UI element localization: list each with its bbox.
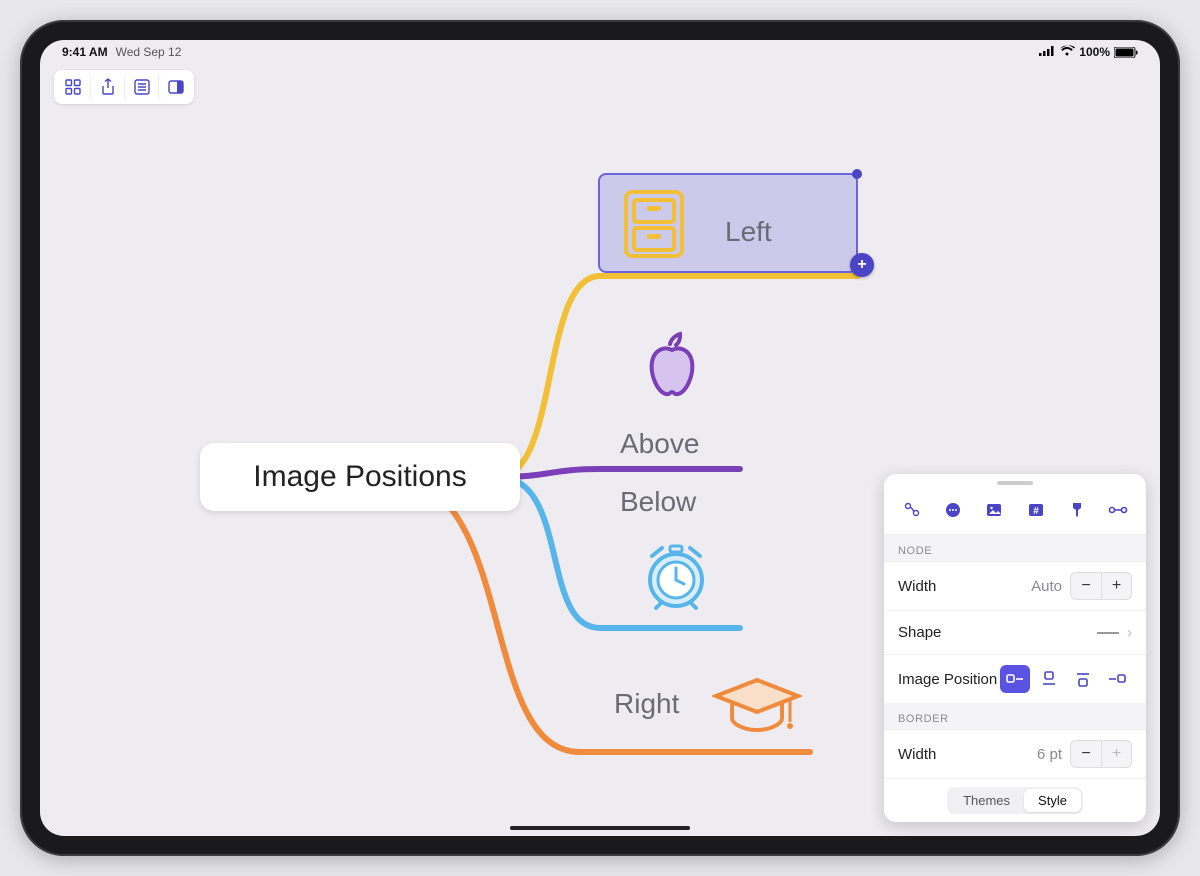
node-above-label[interactable]: Above bbox=[620, 428, 699, 460]
alarm-clock-icon bbox=[640, 540, 712, 617]
ipad-frame: 9:41 AM Wed Sep 12 100% bbox=[20, 20, 1180, 856]
image-position-label: Image Position bbox=[898, 671, 997, 688]
outline-button[interactable] bbox=[124, 72, 158, 102]
border-width-stepper: − + bbox=[1070, 740, 1132, 768]
inspector-toggle-button[interactable] bbox=[158, 72, 192, 102]
style-tab[interactable] bbox=[1063, 498, 1091, 522]
tag-tab[interactable]: # bbox=[1022, 498, 1050, 522]
root-node[interactable]: Image Positions bbox=[200, 443, 520, 511]
documents-button[interactable] bbox=[56, 72, 90, 102]
style-tab-bottom[interactable]: Style bbox=[1024, 789, 1081, 812]
inspector-category-tabs: # bbox=[884, 492, 1146, 535]
main-toolbar bbox=[54, 70, 194, 104]
node-shape-row[interactable]: Shape › bbox=[884, 610, 1146, 654]
border-width-row: Width 6 pt − + bbox=[884, 729, 1146, 778]
add-child-button[interactable]: + bbox=[850, 253, 874, 277]
section-node-header: NODE bbox=[884, 535, 1146, 561]
border-width-label: Width bbox=[898, 746, 936, 763]
node-shape-label: Shape bbox=[898, 624, 941, 641]
node-width-value: Auto bbox=[1031, 578, 1062, 595]
notes-tab[interactable] bbox=[939, 498, 967, 522]
panel-grabber[interactable] bbox=[884, 474, 1146, 492]
node-below-label[interactable]: Below bbox=[620, 486, 696, 518]
share-button[interactable] bbox=[90, 72, 124, 102]
image-position-above-button[interactable] bbox=[1034, 665, 1064, 693]
node-width-stepper: − + bbox=[1070, 572, 1132, 600]
battery-icon bbox=[1114, 47, 1138, 58]
cellular-icon bbox=[1039, 45, 1055, 59]
svg-text:#: # bbox=[1033, 506, 1039, 517]
node-width-decrement[interactable]: − bbox=[1071, 573, 1101, 599]
app-screen: 9:41 AM Wed Sep 12 100% bbox=[40, 40, 1160, 836]
status-date: Wed Sep 12 bbox=[116, 45, 182, 59]
file-drawer-icon bbox=[620, 188, 688, 265]
node-width-increment[interactable]: + bbox=[1101, 573, 1131, 599]
layout-tab[interactable] bbox=[898, 498, 926, 522]
image-position-below-button[interactable] bbox=[1068, 665, 1098, 693]
wifi-icon bbox=[1059, 45, 1075, 59]
status-bar: 9:41 AM Wed Sep 12 100% bbox=[40, 40, 1160, 64]
node-width-label: Width bbox=[898, 578, 936, 595]
section-border-header: BORDER bbox=[884, 703, 1146, 729]
themes-tab[interactable]: Themes bbox=[949, 789, 1024, 812]
node-width-row: Width Auto − + bbox=[884, 561, 1146, 610]
shape-preview-icon bbox=[1097, 632, 1119, 634]
inspector-panel: # NODE Width Auto − + bbox=[884, 474, 1146, 822]
inspector-bottom-tabs: Themes Style bbox=[884, 778, 1146, 822]
border-width-value: 6 pt bbox=[1037, 746, 1062, 763]
image-position-left-button[interactable] bbox=[1000, 665, 1030, 693]
image-position-segmented bbox=[1000, 665, 1132, 693]
image-tab[interactable] bbox=[980, 498, 1008, 522]
border-width-increment[interactable]: + bbox=[1101, 741, 1131, 767]
node-left-label[interactable]: Left bbox=[725, 216, 772, 248]
border-width-decrement[interactable]: − bbox=[1071, 741, 1101, 767]
node-right-label[interactable]: Right bbox=[614, 688, 679, 720]
selection-handle[interactable] bbox=[852, 169, 862, 179]
image-position-right-button[interactable] bbox=[1102, 665, 1132, 693]
graduation-cap-icon bbox=[712, 676, 802, 745]
chevron-right-icon: › bbox=[1127, 624, 1132, 641]
home-indicator[interactable] bbox=[510, 826, 690, 830]
battery-percent: 100% bbox=[1079, 45, 1110, 59]
image-position-row: Image Position bbox=[884, 654, 1146, 703]
apple-icon bbox=[640, 330, 704, 407]
status-time: 9:41 AM bbox=[62, 45, 108, 59]
root-node-label: Image Positions bbox=[253, 460, 466, 494]
link-tab[interactable] bbox=[1104, 498, 1132, 522]
